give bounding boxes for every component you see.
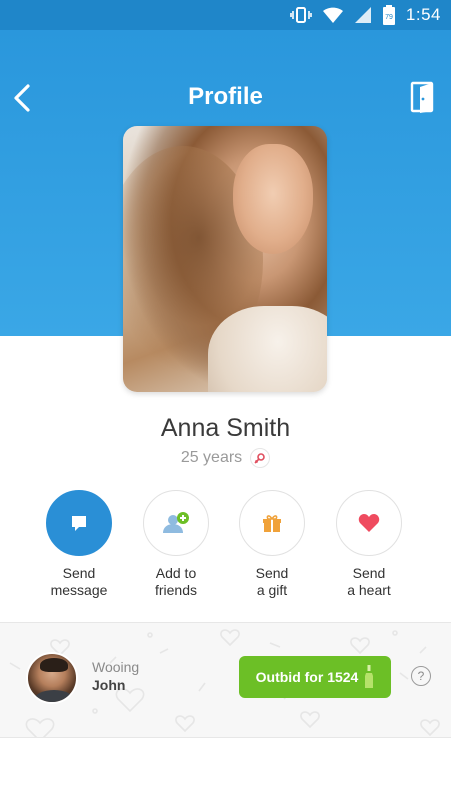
wooer-name[interactable]: John <box>92 677 125 693</box>
chat-bubble-icon <box>72 516 86 531</box>
help-button[interactable]: ? <box>411 666 431 686</box>
send-heart-button[interactable]: Send a heart <box>314 490 424 599</box>
outbid-label: Outbid for 1524 <box>255 669 359 685</box>
age-row: 25 years <box>0 448 451 468</box>
add-friend-label-line1: Add to <box>155 565 197 581</box>
add-friend-label-line2: friends <box>154 582 198 598</box>
send-gift-label-line1: Send <box>255 565 289 581</box>
wifi-icon <box>322 6 344 24</box>
send-gift-button[interactable]: Send a gift <box>217 490 327 599</box>
status-icons: 79 1:54 <box>290 0 441 30</box>
wooing-label: Wooing <box>92 659 140 675</box>
send-gift-label-line2: a gift <box>256 582 288 598</box>
battery-icon: 79 <box>382 5 396 25</box>
bottle-icon <box>365 665 374 688</box>
add-friend-icon <box>163 512 189 533</box>
send-heart-label-line2: a heart <box>347 582 391 598</box>
female-gender-icon <box>250 448 271 468</box>
gift-icon <box>263 515 281 532</box>
profile-actions: Send message Add to friends Send a gift Sen… <box>0 490 451 620</box>
send-message-label-line2: message <box>50 582 108 598</box>
send-heart-label-line1: Send <box>352 565 386 581</box>
svg-text:79: 79 <box>385 14 393 21</box>
bottom-divider <box>0 737 451 738</box>
heart-icon <box>358 514 380 532</box>
door-exit-icon <box>410 81 434 113</box>
signal-icon <box>354 6 372 24</box>
profile-age: 25 years <box>180 449 243 466</box>
vibrate-icon <box>290 6 312 24</box>
clock: 1:54 <box>405 5 441 24</box>
status-bar: 79 1:54 <box>0 0 451 30</box>
add-friend-button[interactable]: Add to friends <box>121 490 231 599</box>
profile-photo[interactable] <box>123 126 327 392</box>
exit-button[interactable] <box>409 80 437 114</box>
wooer-avatar[interactable] <box>26 652 78 704</box>
send-message-label-line1: Send <box>62 565 96 581</box>
page-title: Profile <box>188 83 263 110</box>
outbid-button[interactable]: Outbid for 1524 <box>239 656 391 698</box>
send-message-button[interactable]: Send message <box>24 490 134 599</box>
profile-name: Anna Smith <box>160 414 291 442</box>
